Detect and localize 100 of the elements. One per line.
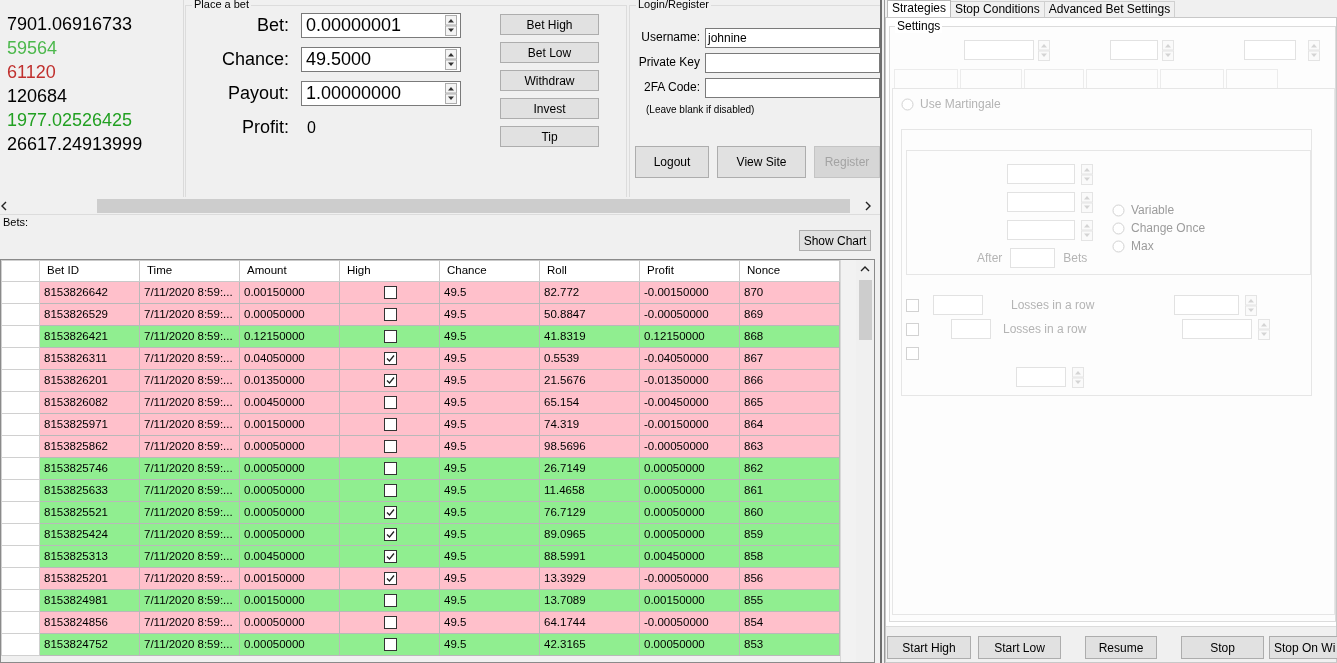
table-row[interactable]: 8153826082 7/11/2020 8:59:... 0.00450000 49.5 65.154 -0.00450000 865: [1, 391, 840, 414]
row-header[interactable]: [1, 369, 40, 392]
action-button[interactable]: View Site: [717, 146, 806, 178]
column-header[interactable]: High: [339, 260, 440, 282]
row-header[interactable]: [1, 589, 40, 612]
action-button[interactable]: Tip: [500, 126, 599, 147]
checkbox[interactable]: [384, 374, 397, 388]
table-row[interactable]: 8153824752 7/11/2020 8:59:... 0.00050000 49.5 42.3165 0.00050000 853: [1, 633, 840, 656]
table-row[interactable]: 8153826201 7/11/2020 8:59:... 0.01350000 49.5 21.5676 -0.01350000 866: [1, 369, 840, 392]
spinner-icon[interactable]: [445, 49, 457, 70]
action-button[interactable]: Bet High: [500, 14, 599, 35]
tab[interactable]: Stop Conditions: [950, 1, 1045, 17]
checkbox-icon[interactable]: [906, 298, 919, 312]
checkbox[interactable]: [384, 286, 397, 300]
checkbox[interactable]: [384, 440, 397, 454]
text-field[interactable]: johnine: [705, 28, 880, 48]
input-field[interactable]: [1110, 40, 1158, 60]
row-header[interactable]: [1, 435, 40, 458]
input-field[interactable]: [1174, 295, 1240, 315]
radio-button-icon[interactable]: [901, 97, 914, 111]
row-header[interactable]: [1, 413, 40, 436]
column-header[interactable]: Amount: [239, 260, 340, 282]
input-field[interactable]: [951, 319, 991, 339]
input-field[interactable]: [1007, 164, 1075, 184]
input-field[interactable]: [964, 40, 1034, 60]
table-row[interactable]: 8153826642 7/11/2020 8:59:... 0.00150000 49.5 82.772 -0.00150000 870: [1, 281, 840, 304]
column-header[interactable]: Nonce: [739, 260, 840, 282]
input-field[interactable]: [1182, 319, 1253, 339]
tab[interactable]: Advanced Bet Settings: [1043, 1, 1176, 17]
checkbox[interactable]: [384, 616, 397, 630]
checkbox-icon[interactable]: [906, 322, 919, 336]
number-field[interactable]: 1.00000000: [301, 81, 461, 106]
row-header[interactable]: [1, 347, 40, 370]
input-field[interactable]: [1010, 248, 1056, 268]
action-button[interactable]: Logout: [635, 146, 709, 178]
tab[interactable]: Strategies: [887, 0, 952, 17]
action-button[interactable]: Stop On Wi: [1269, 636, 1337, 659]
row-header[interactable]: [1, 303, 40, 326]
input-field[interactable]: [1016, 367, 1066, 387]
table-row[interactable]: 8153825633 7/11/2020 8:59:... 0.00050000 49.5 11.4658 0.00050000 861: [1, 479, 840, 502]
scrollbar-thumb[interactable]: [97, 198, 850, 213]
checkbox[interactable]: [384, 572, 397, 586]
checkbox[interactable]: [384, 528, 397, 542]
table-row[interactable]: 8153825521 7/11/2020 8:59:... 0.00050000 49.5 76.7129 0.00050000 860: [1, 501, 840, 524]
checkbox[interactable]: [384, 396, 397, 410]
table-row[interactable]: 8153825201 7/11/2020 8:59:... 0.00150000 49.5 13.3929 -0.00050000 856: [1, 567, 840, 590]
radio-button-icon[interactable]: [1112, 239, 1125, 253]
number-field[interactable]: 49.5000: [301, 47, 461, 72]
input-field[interactable]: [1244, 40, 1296, 60]
column-header[interactable]: Roll: [539, 260, 640, 282]
checkbox[interactable]: [384, 550, 397, 564]
table-row[interactable]: 8153825424 7/11/2020 8:59:... 0.00050000 49.5 89.0965 0.00050000 859: [1, 523, 840, 546]
table-row[interactable]: 8153826529 7/11/2020 8:59:... 0.00050000 49.5 50.8847 -0.00050000 869: [1, 303, 840, 326]
spinner-icon[interactable]: [445, 83, 457, 104]
checkbox[interactable]: [384, 638, 397, 652]
table-row[interactable]: 8153826311 7/11/2020 8:59:... 0.04050000 49.5 0.5539 -0.04050000 867: [1, 347, 840, 370]
radio-button-icon[interactable]: [1112, 221, 1125, 235]
checkbox[interactable]: [384, 594, 397, 608]
action-button[interactable]: Resume: [1085, 636, 1157, 659]
action-button[interactable]: Bet Low: [500, 42, 599, 63]
checkbox[interactable]: [384, 330, 397, 344]
row-header[interactable]: [1, 523, 40, 546]
table-row[interactable]: 8153826421 7/11/2020 8:59:... 0.12150000 49.5 41.8319 0.12150000 868: [1, 325, 840, 348]
action-button[interactable]: Invest: [500, 98, 599, 119]
checkbox-icon[interactable]: [906, 346, 919, 360]
row-header[interactable]: [1, 281, 40, 304]
column-header[interactable]: Time: [139, 260, 240, 282]
column-header[interactable]: Bet ID: [39, 260, 140, 282]
spinner-icon[interactable]: [445, 15, 457, 36]
action-button[interactable]: Withdraw: [500, 70, 599, 91]
checkbox[interactable]: [384, 484, 397, 498]
table-row[interactable]: 8153824856 7/11/2020 8:59:... 0.00050000 49.5 64.1744 -0.00050000 854: [1, 611, 840, 634]
column-header[interactable]: Chance: [439, 260, 540, 282]
table-row[interactable]: 8153825862 7/11/2020 8:59:... 0.00050000 49.5 98.5696 -0.00050000 863: [1, 435, 840, 458]
checkbox[interactable]: [384, 506, 397, 520]
column-header[interactable]: Profit: [639, 260, 740, 282]
input-field[interactable]: [933, 295, 983, 315]
row-header[interactable]: [1, 567, 40, 590]
checkbox[interactable]: [384, 418, 397, 432]
action-button[interactable]: Start High: [887, 636, 971, 659]
row-header[interactable]: [1, 457, 40, 480]
checkbox[interactable]: [384, 352, 397, 366]
action-button[interactable]: Stop: [1181, 636, 1264, 659]
radio-button-icon[interactable]: [1112, 203, 1125, 217]
text-field[interactable]: [705, 78, 880, 98]
number-field[interactable]: 0.00000001: [301, 13, 461, 38]
action-button[interactable]: Start Low: [978, 636, 1061, 659]
row-header[interactable]: [1, 391, 40, 414]
row-header[interactable]: [1, 545, 40, 568]
checkbox[interactable]: [384, 308, 397, 322]
input-field[interactable]: [1007, 192, 1075, 212]
row-header[interactable]: [1, 501, 40, 524]
table-row[interactable]: 8153824981 7/11/2020 8:59:... 0.00150000 49.5 13.7089 0.00150000 855: [1, 589, 840, 612]
scroll-up-icon[interactable]: [860, 266, 870, 272]
scroll-right-icon[interactable]: [864, 200, 872, 211]
row-header[interactable]: [1, 479, 40, 502]
table-row[interactable]: 8153825313 7/11/2020 8:59:... 0.00450000 49.5 88.5991 0.00450000 858: [1, 545, 840, 568]
text-field[interactable]: [705, 53, 880, 73]
scrollbar-thumb[interactable]: [858, 280, 872, 340]
table-row[interactable]: 8153825746 7/11/2020 8:59:... 0.00050000 49.5 26.7149 0.00050000 862: [1, 457, 840, 480]
